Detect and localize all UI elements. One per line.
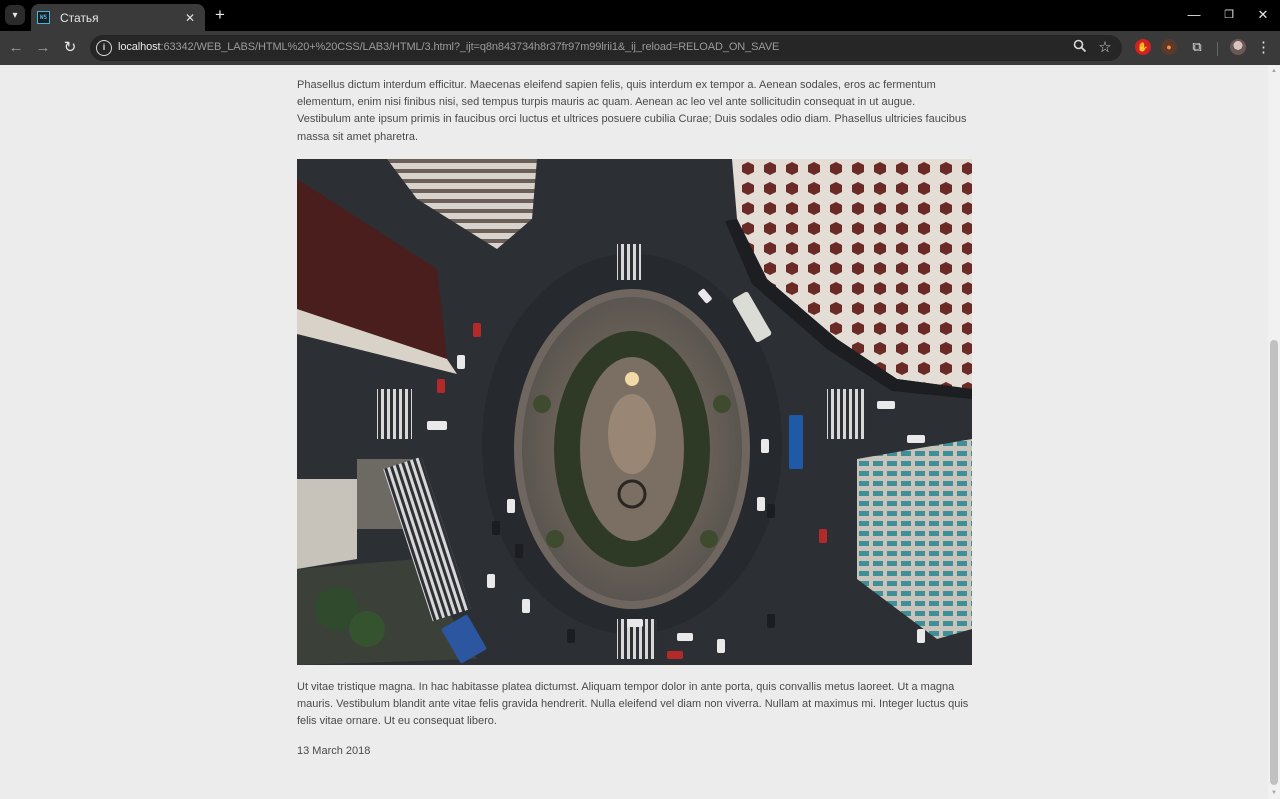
puzzle-icon[interactable]: ⧉ bbox=[1189, 39, 1205, 55]
restore-button[interactable]: ❐ bbox=[1221, 7, 1237, 23]
scroll-up-icon[interactable]: ▲ bbox=[1268, 65, 1280, 77]
toolbar-divider bbox=[1217, 42, 1218, 56]
info-icon[interactable]: i bbox=[96, 40, 112, 56]
forward-button[interactable]: → bbox=[33, 38, 53, 58]
chevron-down-icon: ▾ bbox=[12, 9, 18, 21]
active-tab[interactable]: WS Статья ✕ bbox=[31, 4, 205, 31]
arrow-right-icon: → bbox=[35, 39, 51, 56]
article-paragraph: Phasellus dictum interdum efficitur. Mae… bbox=[297, 79, 967, 143]
adblock-extension-icon[interactable]: ✋ bbox=[1135, 39, 1151, 55]
reload-button[interactable]: ↻ bbox=[60, 38, 80, 58]
back-button[interactable]: ← bbox=[6, 38, 26, 58]
url-text[interactable]: localhost:63342/WEB_LABS/HTML%20+%20CSS/… bbox=[118, 41, 779, 53]
page-viewport: Phasellus dictum interdum efficitur. Mae… bbox=[0, 65, 1268, 799]
tab-title: Статья bbox=[60, 10, 99, 25]
tab-search-button[interactable]: ▾ bbox=[5, 5, 25, 25]
scrollbar-thumb[interactable] bbox=[1270, 340, 1278, 785]
new-tab-button[interactable]: + bbox=[211, 6, 229, 24]
minimize-button[interactable]: — bbox=[1186, 7, 1202, 23]
url-path: :63342/WEB_LABS/HTML%20+%20CSS/LAB3/HTML… bbox=[160, 41, 780, 53]
article-paragraph: Ut vitae tristique magna. In hac habitas… bbox=[297, 681, 969, 728]
fire-extension-icon[interactable]: ● bbox=[1161, 39, 1177, 55]
close-window-button[interactable]: ✕ bbox=[1255, 7, 1271, 23]
browser-toolbar: ← → ↻ i localhost:63342/WEB_LABS/HTML%20… bbox=[0, 31, 1280, 65]
url-host: localhost bbox=[118, 41, 161, 53]
page-scrollbar[interactable]: ▲ ▼ bbox=[1268, 65, 1280, 799]
profile-avatar[interactable] bbox=[1230, 39, 1246, 55]
plus-icon: + bbox=[215, 5, 225, 24]
tab-close-icon[interactable]: ✕ bbox=[184, 11, 196, 25]
tab-strip: ▾ WS Статья ✕ + — ❐ ✕ bbox=[0, 0, 1280, 31]
star-icon[interactable]: ☆ bbox=[1096, 39, 1114, 57]
address-bar[interactable]: i localhost:63342/WEB_LABS/HTML%20+%20CS… bbox=[90, 35, 1122, 61]
publication-date: 13 March 2018 bbox=[297, 745, 371, 757]
magnifier-icon[interactable] bbox=[1071, 39, 1089, 57]
article-image bbox=[297, 159, 972, 665]
roundabout-aerial-photo bbox=[297, 159, 972, 665]
three-dots-icon[interactable]: ⋮ bbox=[1256, 38, 1271, 58]
scroll-down-icon[interactable]: ▼ bbox=[1268, 787, 1280, 799]
arrow-left-icon: ← bbox=[8, 39, 24, 56]
webstorm-favicon-icon: WS bbox=[37, 11, 50, 24]
reload-icon: ↻ bbox=[63, 39, 77, 56]
